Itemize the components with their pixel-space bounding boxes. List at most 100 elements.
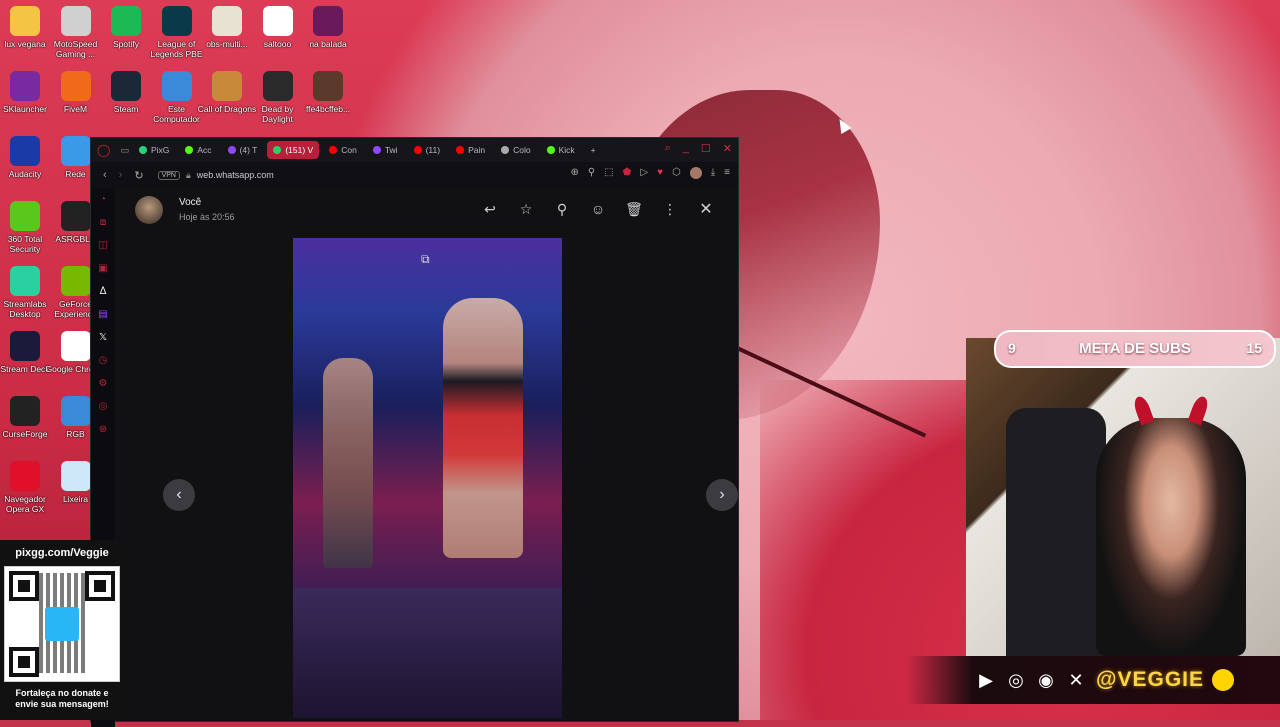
desktop-icon[interactable]: na balada	[296, 6, 360, 49]
close-window-icon[interactable]: ✕	[723, 142, 732, 155]
workspaces-icon[interactable]: ▭	[120, 145, 129, 156]
subs-goal-bar: 9 META DE SUBS 15	[994, 330, 1276, 368]
minimize-icon[interactable]: _	[683, 142, 689, 155]
expand-icon[interactable]: ⧉	[421, 252, 430, 267]
tab-label: PixG	[150, 145, 170, 155]
browser-tab[interactable]: Twi	[367, 141, 404, 159]
browser-tab[interactable]: (11)	[408, 141, 447, 159]
fivem-icon	[60, 71, 91, 101]
vpn-badge[interactable]: VPN	[157, 170, 180, 180]
sidebar-gx-icon[interactable]: ⧈	[100, 217, 106, 228]
reload-icon[interactable]: ↻	[134, 169, 143, 182]
lock-icon: 🔒︎	[185, 169, 191, 180]
star-icon[interactable]: ☆	[516, 199, 536, 219]
address-tools: ⊕ ⚲ ⬚ ⬟ ▷ ♥ ⬡ ⤓ ≡	[570, 167, 730, 179]
sidebar-clock-icon[interactable]: ◷	[99, 355, 108, 366]
tab-label: (4) T	[239, 145, 258, 155]
back-icon[interactable]: ‹	[103, 169, 107, 181]
browser-tab[interactable]: Con	[323, 141, 363, 159]
opera-gx-icon[interactable]: ◯	[97, 143, 110, 157]
search-icon[interactable]: ⌕	[665, 142, 671, 155]
browser-window: ◯ ▭ PixG Acc (4) T (151) V Con Twi (11) Pain Col…	[90, 137, 739, 727]
pix-message-line: Fortaleça no donate e	[15, 688, 109, 698]
whatsapp-media-viewer: Você Hoje às 20:56 ↩ ☆ ⚲ ☺ 🗑︎ ⋮ ✕ ⧉ ‹ ›	[115, 188, 738, 721]
sidebar-music-icon[interactable]: ◫	[98, 240, 107, 251]
message-timestamp: Hoje às 20:56	[179, 212, 235, 222]
profile-avatar[interactable]	[689, 167, 702, 179]
desktop-icon[interactable]: ffe4bcffeb...	[296, 71, 360, 114]
subs-goal-label: META DE SUBS	[1079, 340, 1191, 357]
sidebar-twitch2-icon[interactable]: ▤	[98, 309, 107, 320]
sidebar-extra-icon[interactable]: ◎	[99, 401, 108, 412]
snapshot-icon[interactable]: ⬚	[604, 167, 613, 179]
sidebar-x-icon[interactable]: 𝕏	[99, 332, 107, 343]
browser-tab[interactable]: PixG	[133, 141, 175, 159]
spotify-icon: ◉	[1038, 669, 1054, 690]
avatar[interactable]	[135, 196, 163, 224]
tab-label: Kick	[558, 145, 575, 155]
steam-icon	[111, 71, 141, 101]
browser-tab[interactable]: (4) T	[222, 141, 264, 159]
previous-media-button[interactable]: ‹	[163, 479, 195, 511]
shield-icon[interactable]: ⬟	[623, 167, 632, 179]
curseforge-icon	[10, 396, 40, 426]
delete-icon[interactable]: 🗑︎	[624, 199, 644, 219]
url-field[interactable]: VPN 🔒︎ web.whatsapp.com	[157, 167, 274, 183]
tab-label: Acc	[197, 145, 212, 155]
sidebar-twitch-icon[interactable]: ▣	[98, 263, 107, 274]
browser-tab[interactable]: Pain	[450, 141, 491, 159]
tab-label: Colo	[513, 145, 531, 155]
subs-target: 15	[1246, 340, 1262, 356]
pix-panel: pixgg.com/Veggie Fortaleça no donate e e…	[0, 540, 124, 720]
webcam-streamer	[1096, 418, 1246, 656]
pacman-icon	[1212, 669, 1235, 691]
media-actions: ↩ ☆ ⚲ ☺ 🗑︎ ⋮ ✕	[480, 199, 716, 219]
menu-icon[interactable]: ≡	[724, 167, 730, 179]
play-icon[interactable]: ▷	[640, 167, 648, 179]
more-icon[interactable]: ⋮	[660, 199, 680, 219]
instagram-icon: ◎	[1008, 669, 1024, 690]
forward-icon[interactable]: ›	[119, 169, 123, 181]
reply-icon[interactable]: ↩	[480, 199, 500, 219]
browser-tab[interactable]: (151) V	[267, 141, 320, 159]
audacity-icon	[10, 136, 40, 166]
opera-gx-icon	[10, 461, 40, 491]
heart-icon[interactable]: ♥	[657, 167, 663, 179]
sklauncher-icon	[10, 71, 40, 101]
close-icon[interactable]: ✕	[696, 199, 716, 219]
sidebar-history-icon[interactable]: ◔	[100, 194, 106, 205]
image-icon	[313, 71, 343, 101]
extensions-icon[interactable]: ⬡	[672, 167, 681, 179]
tab-label: Con	[341, 145, 357, 155]
next-media-button[interactable]: ›	[706, 479, 738, 511]
sidebar-settings-icon[interactable]: ⚙	[99, 378, 108, 389]
pin-icon[interactable]: ⚲	[552, 199, 572, 219]
tab-favicon-icon	[501, 146, 510, 154]
tab-favicon-icon	[273, 146, 282, 154]
stream-deck-icon	[10, 331, 40, 361]
video-person-left	[323, 358, 373, 568]
new-tab-button[interactable]: +	[585, 141, 602, 159]
browser-tab[interactable]: Colo	[495, 141, 536, 159]
video-person-right	[443, 298, 523, 558]
tab-favicon-icon	[329, 146, 338, 154]
tab-favicon-icon	[413, 146, 422, 154]
download-icon[interactable]: ⤓	[711, 167, 715, 179]
webcam-chair	[1006, 408, 1106, 656]
emoji-icon[interactable]: ☺	[588, 199, 608, 219]
zoom-icon[interactable]: ⊕	[570, 167, 578, 179]
tab-label: Pain	[468, 145, 486, 155]
media-video[interactable]: ⧉	[293, 238, 562, 718]
qr-code	[4, 566, 120, 682]
pin-icon[interactable]: ⚲	[588, 167, 595, 179]
maximize-icon[interactable]: ☐	[701, 142, 711, 155]
sidebar-extra2-icon[interactable]: ⊛	[99, 424, 107, 435]
browser-tab[interactable]: Kick	[541, 141, 581, 159]
network-icon	[60, 136, 91, 166]
browser-tab[interactable]: Acc	[179, 141, 217, 159]
sidebar-kick-icon[interactable]: ᐃ	[100, 286, 107, 297]
chrome-icon	[60, 331, 91, 361]
qr-finder	[9, 571, 39, 601]
shield-icon	[10, 201, 40, 231]
tab-favicon-icon	[546, 146, 555, 154]
